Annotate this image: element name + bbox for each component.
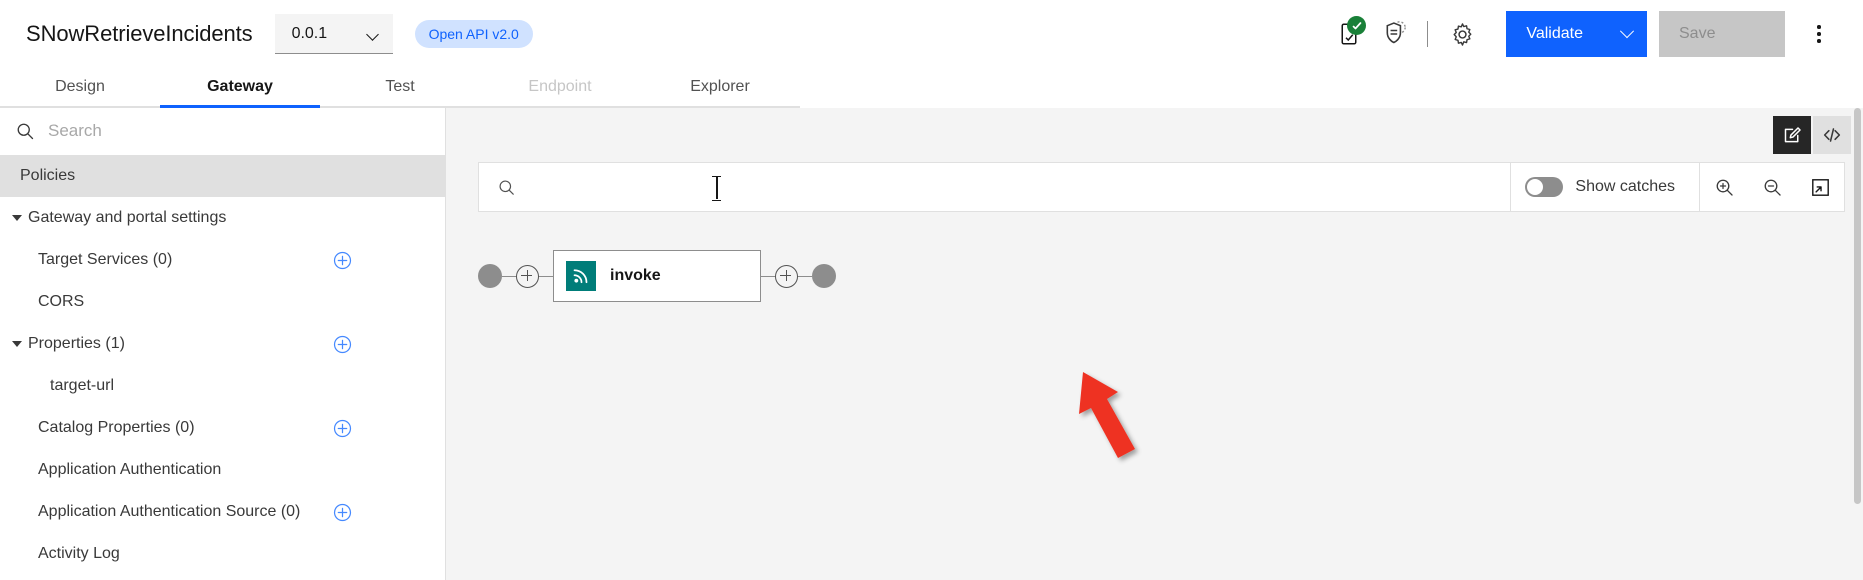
tab-test[interactable]: Test bbox=[320, 68, 480, 108]
add-policy-after-icon[interactable] bbox=[775, 264, 798, 288]
chevron-down-icon[interactable] bbox=[1607, 11, 1647, 57]
sidebar-item-label: target-url bbox=[50, 377, 115, 394]
sidebar-item-target-services[interactable]: Target Services (0) bbox=[0, 239, 445, 281]
search-icon bbox=[497, 178, 523, 197]
save-button[interactable]: Save bbox=[1659, 11, 1785, 57]
tab-endpoint: Endpoint bbox=[480, 68, 640, 108]
header-divider bbox=[1427, 21, 1429, 47]
tab-explorer[interactable]: Explorer bbox=[640, 68, 800, 108]
sidebar: Policies Gateway and portal settings Tar… bbox=[0, 108, 446, 580]
chevron-down-icon bbox=[367, 30, 380, 38]
document-check-icon[interactable] bbox=[1327, 12, 1371, 56]
sidebar-item-label: Policies bbox=[20, 167, 76, 184]
validate-button[interactable]: Validate bbox=[1506, 11, 1647, 57]
sidebar-item-catalog-properties[interactable]: Catalog Properties (0) bbox=[0, 407, 445, 449]
sidebar-item-application-authentication-source[interactable]: Application Authentication Source (0) bbox=[0, 491, 445, 533]
sidebar-item-activity-log[interactable]: Activity Log bbox=[0, 533, 445, 575]
overflow-dot bbox=[1817, 25, 1821, 29]
policy-node-label: invoke bbox=[610, 267, 661, 284]
assembly-search[interactable] bbox=[479, 163, 1511, 211]
header-icon-group bbox=[1327, 12, 1484, 56]
policy-shield-icon[interactable] bbox=[1371, 12, 1415, 56]
scrollbar-thumb[interactable] bbox=[1854, 108, 1861, 504]
code-view-icon[interactable] bbox=[1813, 116, 1851, 154]
overflow-dot bbox=[1817, 39, 1821, 43]
flow-end-node bbox=[812, 264, 836, 288]
overflow-dot bbox=[1817, 32, 1821, 36]
invoke-signal-icon bbox=[566, 261, 596, 291]
policy-canvas-area: Show catches invoke bbox=[446, 108, 1863, 580]
add-property-icon[interactable] bbox=[331, 333, 353, 355]
caret-down-icon[interactable] bbox=[6, 341, 28, 347]
version-select[interactable]: 0.0.1 bbox=[274, 14, 393, 54]
sidebar-item-target-url[interactable]: target-url bbox=[0, 365, 445, 407]
tab-bar-filler bbox=[800, 68, 1863, 108]
overflow-menu-icon[interactable] bbox=[1799, 12, 1839, 56]
sidebar-group-gateway-and-portal-settings[interactable]: Gateway and portal settings bbox=[0, 197, 445, 239]
red-arrow-annotation bbox=[1079, 372, 1135, 458]
search-input[interactable] bbox=[42, 121, 445, 141]
flow-connector bbox=[798, 275, 812, 277]
canvas-view-toolbar bbox=[446, 108, 1863, 162]
policy-assembly-flow: invoke bbox=[478, 246, 1863, 306]
show-catches-label: Show catches bbox=[1575, 178, 1675, 195]
view-mode-toggle-group bbox=[1773, 116, 1851, 154]
sidebar-item-label: Activity Log bbox=[38, 545, 120, 562]
add-application-authentication-source-icon[interactable] bbox=[331, 501, 353, 523]
zoom-in-icon[interactable] bbox=[1700, 163, 1748, 211]
search-icon bbox=[8, 121, 42, 141]
flow-start-node bbox=[478, 264, 502, 288]
app-header: SNowRetrieveIncidents 0.0.1 Open API v2.… bbox=[0, 0, 1863, 68]
sidebar-item-application-authentication[interactable]: Application Authentication bbox=[0, 449, 445, 491]
tab-gateway[interactable]: Gateway bbox=[160, 68, 320, 108]
sidebar-item-label: Target Services (0) bbox=[38, 251, 173, 268]
assembly-search-input[interactable] bbox=[523, 177, 1511, 197]
caret-down-icon[interactable] bbox=[6, 215, 28, 221]
sidebar-item-label: Application Authentication bbox=[38, 461, 222, 478]
sidebar-item-cors[interactable]: CORS bbox=[0, 281, 445, 323]
sidebar-item-label: Gateway and portal settings bbox=[28, 209, 227, 226]
tab-design[interactable]: Design bbox=[0, 68, 160, 108]
flow-connector bbox=[539, 275, 553, 277]
sidebar-item-label: Catalog Properties (0) bbox=[38, 419, 195, 436]
sidebar-item-label: Application Authentication Source (0) bbox=[38, 503, 301, 520]
sidebar-group-properties[interactable]: Properties (1) bbox=[0, 323, 445, 365]
canvas-zoom-controls bbox=[1699, 163, 1844, 211]
gateway-policy-editor-page: SNowRetrieveIncidents 0.0.1 Open API v2.… bbox=[0, 0, 1863, 580]
gear-icon[interactable] bbox=[1440, 12, 1484, 56]
sidebar-item-label: CORS bbox=[38, 293, 85, 310]
toggle-knob bbox=[1527, 179, 1544, 195]
version-value: 0.0.1 bbox=[291, 24, 328, 42]
flow-connector bbox=[761, 275, 775, 277]
zoom-out-icon[interactable] bbox=[1748, 163, 1796, 211]
canvas-toolbar: Show catches bbox=[478, 162, 1845, 212]
canvas-scrollbar[interactable] bbox=[1854, 108, 1861, 580]
api-type-badge: Open API v2.0 bbox=[414, 20, 533, 48]
flow-connector bbox=[502, 275, 516, 277]
sidebar-search[interactable] bbox=[0, 108, 445, 155]
add-catalog-property-icon[interactable] bbox=[331, 417, 353, 439]
edit-view-icon[interactable] bbox=[1773, 116, 1811, 154]
page-title: SNowRetrieveIncidents bbox=[26, 21, 253, 46]
main-tab-bar: Design Gateway Test Endpoint Explorer bbox=[0, 68, 1863, 108]
add-target-service-icon[interactable] bbox=[331, 249, 353, 271]
fit-to-screen-icon[interactable] bbox=[1796, 163, 1844, 211]
page-body: Policies Gateway and portal settings Tar… bbox=[0, 108, 1863, 580]
valid-status-badge bbox=[1347, 16, 1367, 35]
sidebar-item-label: Properties (1) bbox=[28, 335, 125, 352]
validate-button-label: Validate bbox=[1526, 25, 1583, 42]
show-catches-toggle[interactable] bbox=[1525, 177, 1564, 197]
canvas-toolbar-options: Show catches bbox=[1510, 163, 1699, 211]
add-policy-before-icon[interactable] bbox=[516, 264, 539, 288]
sidebar-item-policies[interactable]: Policies bbox=[0, 155, 445, 197]
policy-node-invoke[interactable]: invoke bbox=[553, 250, 761, 302]
